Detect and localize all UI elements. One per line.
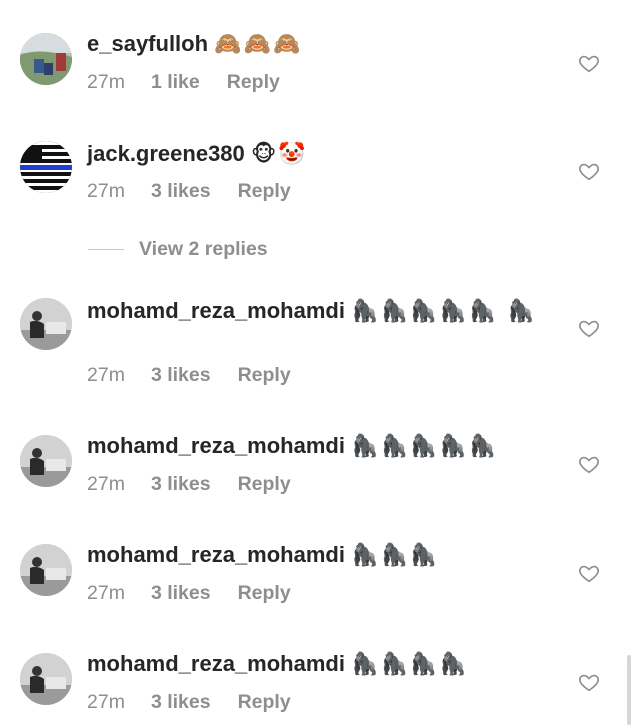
comment-text: mohamd_reza_mohamdi 🦍🦍🦍🦍🦍 [87, 430, 554, 463]
avatar[interactable] [20, 298, 72, 350]
avatar[interactable] [20, 33, 72, 85]
avatar[interactable] [20, 141, 72, 193]
comment-emoji: 🦍🦍🦍🦍🦍 [351, 434, 499, 459]
divider [88, 249, 124, 250]
reply-button[interactable]: Reply [238, 582, 291, 604]
reply-button[interactable]: Reply [238, 473, 291, 495]
timestamp: 27m [87, 71, 125, 93]
likes-count[interactable]: 3 likes [151, 582, 211, 604]
username[interactable]: mohamd_reza_mohamdi [87, 542, 345, 567]
avatar[interactable] [20, 544, 72, 596]
username[interactable]: jack.greene380 [87, 141, 245, 166]
comment-meta: 27m 3 likes Reply [87, 582, 291, 605]
view-replies-button[interactable]: View 2 replies [88, 238, 268, 261]
heart-outline-icon[interactable] [578, 52, 600, 74]
reply-button[interactable]: Reply [238, 364, 291, 386]
heart-outline-icon[interactable] [578, 562, 600, 584]
heart-outline-icon[interactable] [578, 671, 600, 693]
likes-count[interactable]: 3 likes [151, 180, 211, 202]
scrollbar[interactable] [627, 655, 631, 725]
likes-count[interactable]: 1 like [151, 71, 200, 93]
comment-meta: 27m 3 likes Reply [87, 180, 291, 203]
username[interactable]: mohamd_reza_mohamdi [87, 298, 345, 323]
reply-button[interactable]: Reply [238, 180, 291, 202]
reply-button[interactable]: Reply [238, 691, 291, 713]
likes-count[interactable]: 3 likes [151, 364, 211, 386]
timestamp: 27m [87, 691, 125, 713]
username[interactable]: mohamd_reza_mohamdi [87, 651, 345, 676]
reply-button[interactable]: Reply [227, 71, 280, 93]
comment-text: mohamd_reza_mohamdi 🦍🦍🦍 [87, 539, 554, 572]
username[interactable]: mohamd_reza_mohamdi [87, 433, 345, 458]
comment-text: mohamd_reza_mohamdi 🦍🦍🦍🦍🦍 🦍 [87, 295, 554, 328]
comment-emoji: 🦍🦍🦍 [351, 543, 440, 568]
comment-emoji: 🐵🤡 [250, 142, 308, 167]
avatar[interactable] [20, 653, 72, 705]
comment-emoji: 🙈🙈🙈 [214, 32, 303, 57]
comment-emoji: 🦍🦍🦍🦍 [351, 652, 469, 677]
view-replies-label: View 2 replies [139, 238, 268, 260]
timestamp: 27m [87, 582, 125, 604]
comment-text: jack.greene380 🐵🤡 [87, 138, 554, 171]
comment-meta: 27m 1 like Reply [87, 71, 280, 94]
comment-meta: 27m 3 likes Reply [87, 691, 291, 714]
heart-outline-icon[interactable] [578, 160, 600, 182]
timestamp: 27m [87, 180, 125, 202]
comment-meta: 27m 3 likes Reply [87, 473, 291, 496]
likes-count[interactable]: 3 likes [151, 691, 211, 713]
avatar[interactable] [20, 435, 72, 487]
timestamp: 27m [87, 364, 125, 386]
heart-outline-icon[interactable] [578, 453, 600, 475]
username[interactable]: e_sayfulloh [87, 31, 208, 56]
heart-outline-icon[interactable] [578, 317, 600, 339]
comment-text: mohamd_reza_mohamdi 🦍🦍🦍🦍 [87, 648, 554, 681]
comment-meta: 27m 3 likes Reply [87, 364, 291, 387]
likes-count[interactable]: 3 likes [151, 473, 211, 495]
comment-text: e_sayfulloh 🙈🙈🙈 [87, 28, 554, 61]
comment-emoji: 🦍🦍🦍🦍🦍 🦍 [351, 299, 537, 324]
timestamp: 27m [87, 473, 125, 495]
